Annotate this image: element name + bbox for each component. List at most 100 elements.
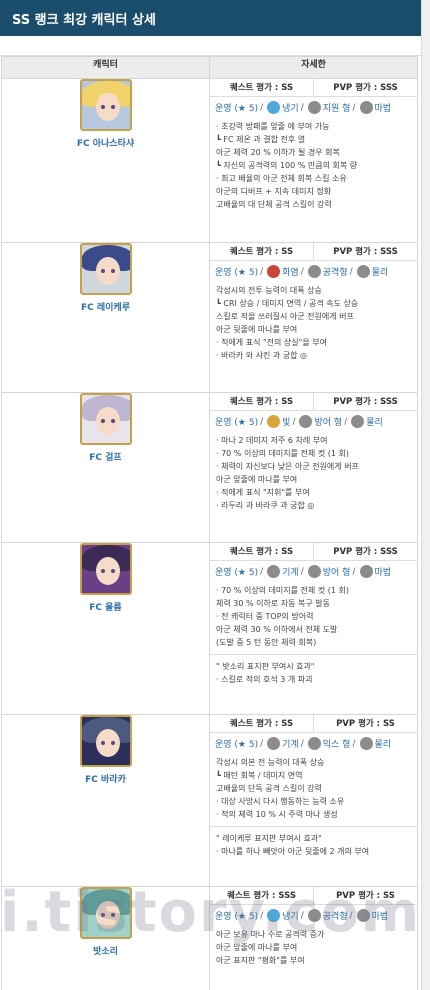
extra-line: " 레이케루 표지판 부여시 효과": [216, 834, 322, 843]
column-header-detail: 자세한: [209, 56, 418, 79]
tag-label: 공격형: [322, 912, 348, 922]
detail-line: 아군 체력 30 % 이하에서 전체 도발: [216, 625, 338, 634]
character-portrait[interactable]: [79, 79, 132, 131]
snowflake-icon: [267, 737, 281, 750]
character-portrait[interactable]: [79, 543, 132, 595]
character-name[interactable]: FC 아나스타샤: [2, 136, 209, 149]
sun-icon: [267, 415, 281, 428]
detail-line: · 대상 사망시 다시 행동하는 능력 소유: [216, 797, 345, 806]
tag-label: 운영 (★ 5): [215, 912, 259, 922]
pvp-rating: PVP 평가 : SSS: [333, 547, 398, 557]
tag-label: 기계: [282, 568, 299, 578]
fire-icon: [267, 909, 281, 922]
detail-line: 체력 30 % 이하로 자동 복구 발동: [216, 599, 330, 608]
hex-icon: [359, 737, 373, 750]
character-cell: FC 아나스타샤: [1, 78, 210, 243]
pvp-rating: PVP 평가 : SSS: [333, 83, 398, 93]
quest-rating: 퀘스트 평가 : SS: [210, 393, 314, 410]
detail-line: 아군 뒷줄에 마나를 부여: [216, 325, 298, 334]
rating-row: 퀘스트 평가 : SSS PVP 평가 : SS: [210, 887, 417, 905]
detail-line: 고배율의 단독 공격 스킬이 강력: [216, 784, 322, 793]
detail-lines: 각성시의 전투 능력이 대폭 상승 ┗ CRI 상승 / 데미지 면역 / 공격…: [210, 281, 417, 367]
rating-row: 퀘스트 평가 : SS PVP 평가 : SSS: [210, 393, 417, 411]
character-row: 밧소리 퀘스트 평가 : SSS PVP 평가 : SS 운영 (★ 5) / 냉기…: [1, 886, 418, 990]
tag-row: 운영 (★ 5) / 냉기 / 지원 형 / 마법: [215, 101, 392, 114]
tag-label: 빛: [282, 418, 291, 428]
extra-line: " 밧소리 표지판 부여시 효과": [216, 662, 315, 671]
quest-rating: 퀘스트 평가 : SS: [210, 79, 314, 96]
tag-label: 마법: [374, 568, 392, 578]
tag-label: 운영 (★ 5): [215, 568, 259, 578]
character-portrait[interactable]: [79, 887, 132, 939]
detail-line: · 최고 배율의 아군 전체 회복 스킬 소유: [216, 174, 347, 183]
character-name[interactable]: FC 울름: [2, 600, 209, 613]
hex-icon: [351, 415, 365, 428]
page-title: SS 랭크 최강 캐릭터 상세: [12, 12, 156, 28]
detail-cell: 퀘스트 평가 : SS PVP 평가 : SSS 운영 (★ 5) / 기계 / 방어 …: [209, 542, 418, 715]
pvp-rating: PVP 평가 : SS: [336, 719, 395, 729]
tag-label: 방어 형: [314, 418, 343, 428]
pvp-rating: PVP 평가 : SSS: [333, 397, 398, 407]
detail-line: · 70 % 이상의 데미지를 전체 컷 (1 회): [216, 586, 349, 595]
detail-line: · 적에게 표식 "지휘"를 부여: [216, 488, 310, 497]
detail-line: ┗ 자신의 공격력의 100 % 만큼의 회복 량: [216, 161, 358, 170]
detail-cell: 퀘스트 평가 : SS PVP 평가 : SSS 운영 (★ 5) / 냉기 / 지원 …: [209, 78, 418, 243]
character-row: FC 바라카 퀘스트 평가 : SS PVP 평가 : SS 운영 (★ 5) /…: [1, 714, 418, 887]
rating-row: 퀘스트 평가 : SS PVP 평가 : SSS: [210, 79, 417, 97]
gear-icon: [267, 565, 281, 578]
detail-lines: · 초강력 방패를 앞줄 에 부여 가능 ┗ FC 제온 과 결합 전후 열 아군…: [210, 117, 417, 216]
scrollbar[interactable]: [421, 0, 430, 990]
quest-rating: 퀘스트 평가 : SS: [210, 243, 314, 260]
detail-line: ┗ FC 제온 과 결합 전후 열: [216, 135, 306, 144]
column-header-character: 캐릭터: [1, 56, 210, 79]
tag-row: 운영 (★ 5) / 냉기 / 공격형 / 마법: [215, 909, 389, 922]
detail-line: ┗ 매턴 회복 / 데미지 면역: [216, 771, 303, 780]
snowflake-icon: [267, 101, 281, 114]
extra-effect-box: " 밧소리 표지판 부여시 효과" · 스킬로 적의 호석 3 개 파괴: [210, 654, 417, 690]
rating-row: 퀘스트 평가 : SS PVP 평가 : SSS: [210, 543, 417, 561]
tag-label: 운영 (★ 5): [215, 740, 259, 750]
tag-label: 화염: [282, 268, 299, 278]
character-row: FC 레이케루 퀘스트 평가 : SS PVP 평가 : SSS 운영 (★ 5…: [1, 242, 418, 393]
detail-lines: · 마나 2 데미지 저주 6 차례 부여 · 70 % 이상의 데미지를 전체 …: [210, 431, 417, 517]
character-name[interactable]: FC 걸프: [2, 450, 209, 463]
character-portrait[interactable]: [79, 393, 132, 445]
quest-rating: 퀘스트 평가 : SS: [210, 715, 314, 732]
tag-label: 물리: [374, 740, 392, 750]
mix-icon: [307, 565, 321, 578]
character-portrait[interactable]: [79, 715, 132, 767]
detail-line: 아군의 디버프 + 지속 데미지 정화: [216, 187, 332, 196]
rating-row: 퀘스트 평가 : SS PVP 평가 : SSS: [210, 243, 417, 261]
tag-label: 냉기: [282, 104, 299, 114]
tag-label: 마법: [374, 104, 392, 114]
detail-line: 아군 표지판 "평화"를 부여: [216, 956, 305, 965]
character-name[interactable]: FC 레이케루: [2, 300, 209, 313]
detail-cell: 퀘스트 평가 : SS PVP 평가 : SSS 운영 (★ 5) / 화염 / 공격형…: [209, 242, 418, 393]
detail-line: 각성시 의본 전 능력이 대폭 상승: [216, 758, 325, 767]
detail-line: 아군 체력 20 % 이하가 될 경우 회복: [216, 148, 340, 157]
sword-icon: [307, 909, 321, 922]
detail-line: · 70 % 이상의 데미지를 전체 컷 (1 회): [216, 449, 349, 458]
tag-label: 방어 형: [322, 568, 351, 578]
detail-lines: 각성시 의본 전 능력이 대폭 상승 ┗ 매턴 회복 / 데미지 면역고배율의 …: [210, 753, 417, 826]
tag-row: 운영 (★ 5) / 빛 / 방어 형 / 물리: [215, 415, 383, 428]
shield-icon: [299, 415, 313, 428]
character-row: FC 아나스타샤 퀘스트 평가 : SS PVP 평가 : SSS 운영 (★ …: [1, 78, 418, 243]
character-cell: FC 레이케루: [1, 242, 210, 393]
tag-label: 운영 (★ 5): [215, 418, 259, 428]
cross-icon: [307, 737, 321, 750]
character-name[interactable]: FC 바라카: [2, 772, 209, 785]
detail-line: · 전 캐릭터 중 TOP의 방어력: [216, 612, 314, 621]
character-portrait[interactable]: [79, 243, 132, 295]
tag-label: 물리: [371, 268, 389, 278]
tag-label: 기계: [282, 740, 299, 750]
detail-lines: · 70 % 이상의 데미지를 전체 컷 (1 회) 체력 30 % 이하로 자동…: [210, 581, 417, 654]
detail-line: 아군 앞줄에 마나를 부여: [216, 943, 298, 952]
detail-line: 아군 앞줄에 마나를 부여: [216, 475, 298, 484]
character-table: 캐릭터 자세한 FC 아나스타샤 퀘스트 평가 : SS PVP 평가 : SS…: [1, 56, 418, 990]
quest-rating: 퀘스트 평가 : SS: [210, 543, 314, 560]
tag-label: 마법: [371, 912, 389, 922]
character-name[interactable]: 밧소리: [2, 944, 209, 957]
detail-line: (도발 중 5 턴 동안 체력 회복): [216, 638, 317, 647]
character-cell: FC 울름: [1, 542, 210, 715]
